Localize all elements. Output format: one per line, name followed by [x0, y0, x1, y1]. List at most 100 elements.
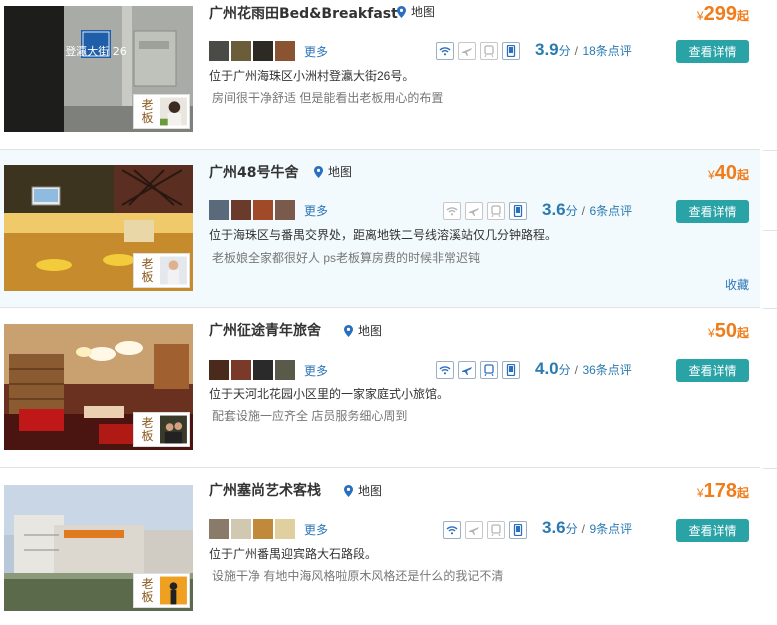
owner-label: 老板 — [141, 415, 154, 443]
listing-address: 位于广州海珠区小洲村登瀛大街26号。 — [209, 69, 415, 83]
owner-badge[interactable]: 老板 — [133, 94, 190, 129]
wifi-icon — [443, 521, 461, 539]
more-photos-link[interactable]: 更多 — [304, 202, 328, 219]
map-label: 地图 — [411, 5, 436, 19]
thumbnail[interactable] — [209, 519, 229, 539]
thumbnail[interactable] — [275, 41, 295, 61]
owner-label: 老板 — [141, 256, 154, 284]
price: ¥40起 — [708, 162, 749, 185]
listing-name[interactable]: 广州征途青年旅舍 — [209, 320, 321, 340]
thumbnail-strip — [209, 200, 295, 220]
thumbnail[interactable] — [209, 360, 229, 380]
thumbnail[interactable] — [231, 519, 251, 539]
price: ¥50起 — [708, 320, 749, 343]
thumbnail[interactable] — [231, 360, 251, 380]
rating-separator: / — [581, 204, 585, 218]
facility-icons — [443, 521, 527, 539]
map-link[interactable]: 地图 — [344, 482, 382, 499]
price-suffix: 起 — [736, 9, 749, 23]
airport-icon — [465, 521, 483, 539]
map-pin-icon — [314, 165, 323, 178]
view-details-button[interactable]: 查看详情 — [676, 200, 749, 223]
listing-address: 位于天河北花园小区里的一家家庭式小旅馆。 — [209, 387, 450, 401]
owner-avatar — [160, 256, 187, 285]
airport-icon — [458, 361, 476, 379]
thumbnail[interactable] — [253, 200, 273, 220]
facility-icons — [443, 202, 527, 220]
phone-icon — [502, 42, 520, 60]
thumbnail[interactable] — [231, 200, 251, 220]
airport-icon — [458, 42, 476, 60]
review-count-link[interactable]: 36条点评 — [582, 363, 631, 377]
listing-card: 登瀛大街 26 老板 广州花雨田Bed&Breakfast 地图 ¥299起 更… — [0, 0, 760, 150]
review-count-link[interactable]: 6条点评 — [589, 204, 632, 218]
thumbnail[interactable] — [275, 519, 295, 539]
price-currency: ¥ — [696, 486, 704, 500]
divider — [763, 150, 777, 151]
owner-badge[interactable]: 老板 — [133, 573, 190, 608]
more-photos-link[interactable]: 更多 — [304, 521, 328, 538]
airport-icon — [465, 202, 483, 220]
guest-comment: 设施干净 有地中海风格啦原木风格还是什么的我记不清 — [212, 569, 504, 583]
phone-icon — [509, 202, 527, 220]
price: ¥178起 — [697, 480, 749, 503]
more-photos-link[interactable]: 更多 — [304, 362, 328, 379]
rating: 3.6分/ 6条点评 — [542, 200, 632, 220]
rating-separator: / — [574, 363, 578, 377]
review-count-link[interactable]: 9条点评 — [589, 522, 632, 536]
rating-score: 3.9 — [535, 40, 559, 59]
map-link[interactable]: 地图 — [397, 3, 435, 20]
phone-icon — [502, 361, 520, 379]
train-icon — [487, 521, 505, 539]
thumbnail-strip — [209, 519, 295, 539]
owner-badge[interactable]: 老板 — [133, 412, 190, 447]
thumbnail[interactable] — [275, 360, 295, 380]
price-value: 40 — [714, 162, 737, 184]
listing-photo[interactable]: 老板 — [4, 165, 193, 291]
thumbnail[interactable] — [253, 519, 273, 539]
price-currency: ¥ — [708, 168, 715, 182]
listing-address: 位于海珠区与番禺交界处，距离地铁二号线溶溪站仅几分钟路程。 — [209, 228, 558, 242]
owner-avatar — [160, 97, 187, 126]
phone-icon — [509, 521, 527, 539]
owner-badge[interactable]: 老板 — [133, 253, 190, 288]
price-currency: ¥ — [708, 326, 715, 340]
more-photos-link[interactable]: 更多 — [304, 43, 328, 60]
review-count-link[interactable]: 18条点评 — [582, 44, 631, 58]
favorite-link[interactable]: 收藏 — [725, 276, 749, 293]
listing-photo[interactable]: 老板 — [4, 485, 193, 611]
guest-comment: 老板娘全家都很好人 ps老板算房费的时候非常迟钝 — [212, 251, 481, 265]
view-details-button[interactable]: 查看详情 — [676, 519, 749, 542]
view-details-button[interactable]: 查看详情 — [676, 40, 749, 63]
owner-avatar — [160, 415, 187, 444]
thumbnail[interactable] — [275, 200, 295, 220]
listing-name[interactable]: 广州48号牛舍 — [209, 162, 298, 182]
thumbnail[interactable] — [253, 41, 273, 61]
map-link[interactable]: 地图 — [314, 163, 352, 180]
thumbnail[interactable] — [253, 360, 273, 380]
train-icon — [480, 42, 498, 60]
price-value: 178 — [703, 480, 737, 502]
thumbnail[interactable] — [209, 200, 229, 220]
hostel-list: 登瀛大街 26 老板 广州花雨田Bed&Breakfast 地图 ¥299起 更… — [0, 0, 777, 625]
price-suffix: 起 — [736, 486, 749, 500]
view-details-button[interactable]: 查看详情 — [676, 359, 749, 382]
listing-photo[interactable]: 老板 — [4, 324, 193, 450]
map-link[interactable]: 地图 — [344, 322, 382, 339]
rating-separator: / — [581, 522, 585, 536]
thumbnail[interactable] — [231, 41, 251, 61]
listing-name[interactable]: 广州花雨田Bed&Breakfast — [209, 3, 398, 23]
owner-avatar — [160, 576, 187, 605]
listing-photo[interactable]: 登瀛大街 26 老板 — [4, 6, 193, 132]
price-suffix: 起 — [736, 326, 749, 340]
owner-label: 老板 — [141, 97, 154, 125]
rating: 3.6分/ 9条点评 — [542, 518, 632, 538]
price-value: 299 — [703, 3, 737, 25]
listing-card: 老板 广州征途青年旅舍 地图 ¥50起 更多 4.0分/ 36条点评 查看详情 … — [0, 308, 760, 468]
divider — [763, 468, 777, 469]
guest-comment: 配套设施一应齐全 店员服务细心周到 — [212, 409, 408, 423]
listing-name[interactable]: 广州塞尚艺术客栈 — [209, 480, 321, 500]
guest-comment: 房间很干净舒适 但是能看出老板用心的布置 — [212, 91, 444, 105]
owner-label: 老板 — [141, 576, 154, 604]
thumbnail[interactable] — [209, 41, 229, 61]
